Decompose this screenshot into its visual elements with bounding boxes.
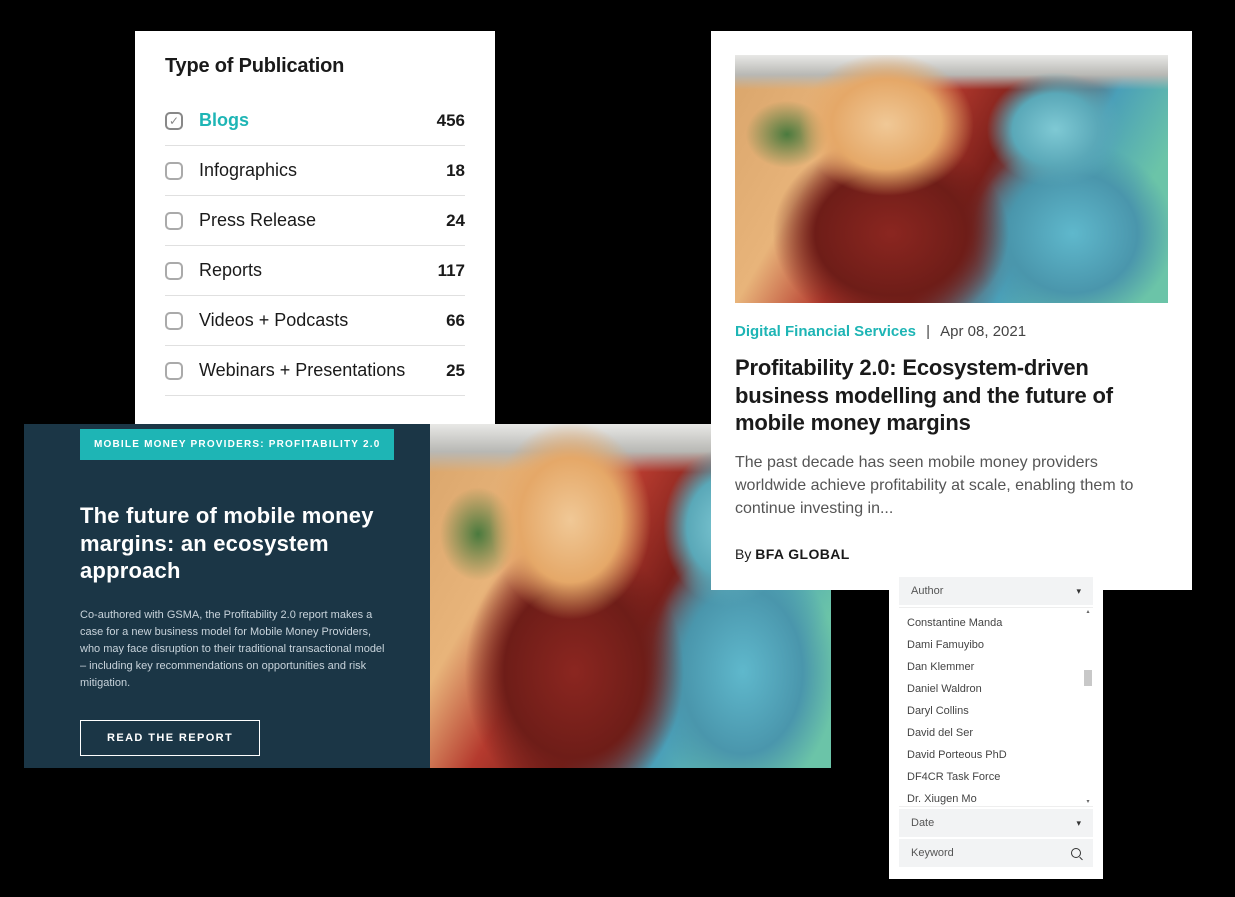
article-image (735, 55, 1168, 303)
filter-label: Videos + Podcasts (199, 310, 446, 331)
author-option[interactable]: Dan Klemmer (899, 656, 1093, 678)
filter-count: 66 (446, 311, 465, 331)
author-option[interactable]: Daryl Collins (899, 700, 1093, 722)
filter-row-blogs[interactable]: ✓ Blogs 456 (165, 96, 465, 146)
filter-widget: Author Constantine Manda Dami Famuyibo D… (889, 567, 1103, 879)
filter-count: 18 (446, 161, 465, 181)
author-option[interactable]: David del Ser (899, 722, 1093, 744)
checkbox-checked-icon[interactable]: ✓ (165, 112, 183, 130)
hero-description: Co-authored with GSMA, the Profitability… (80, 607, 390, 692)
author-option[interactable]: David Porteous PhD (899, 744, 1093, 766)
article-author: By BFA GLOBAL (735, 546, 1168, 562)
filter-row-reports[interactable]: Reports 117 (165, 246, 465, 296)
scroll-up-icon[interactable]: ▴ (1084, 608, 1092, 616)
article-date: Apr 08, 2021 (940, 323, 1026, 340)
hero-block: MOBILE MONEY PROVIDERS: PROFITABILITY 2.… (24, 424, 831, 768)
author-option[interactable]: Dr. Xiugen Mo (899, 788, 1093, 807)
publication-type-filter: Type of Publication ✓ Blogs 456 Infograp… (135, 31, 495, 430)
keyword-input[interactable]: Keyword (899, 839, 1093, 867)
author-dropdown[interactable]: Author (899, 577, 1093, 605)
hero-title: The future of mobile money margins: an e… (80, 502, 390, 585)
article-excerpt: The past decade has seen mobile money pr… (735, 451, 1168, 521)
checkbox-icon[interactable] (165, 212, 183, 230)
author-option[interactable]: Dami Famuyibo (899, 634, 1093, 656)
filter-title: Type of Publication (165, 55, 465, 78)
filter-row-infographics[interactable]: Infographics 18 (165, 146, 465, 196)
read-report-button[interactable]: READ THE REPORT (80, 720, 260, 756)
filter-count: 117 (438, 261, 465, 281)
checkbox-icon[interactable] (165, 162, 183, 180)
scrollbar[interactable]: ▴ ▾ (1084, 608, 1092, 806)
checkbox-icon[interactable] (165, 362, 183, 380)
filter-label: Webinars + Presentations (199, 360, 446, 381)
filter-label: Reports (199, 260, 438, 281)
hero-text-panel: MOBILE MONEY PROVIDERS: PROFITABILITY 2.… (24, 424, 430, 768)
hero-badge: MOBILE MONEY PROVIDERS: PROFITABILITY 2.… (80, 429, 394, 460)
filter-label: Press Release (199, 210, 446, 231)
filter-label: Blogs (199, 110, 437, 131)
article-title[interactable]: Profitability 2.0: Ecosystem-driven busi… (735, 354, 1168, 437)
author-list[interactable]: Constantine Manda Dami Famuyibo Dan Klem… (899, 607, 1093, 807)
article-card[interactable]: Digital Financial Services | Apr 08, 202… (711, 31, 1192, 590)
filter-count: 25 (446, 361, 465, 381)
scroll-down-icon[interactable]: ▾ (1084, 798, 1092, 806)
filter-row-press-release[interactable]: Press Release 24 (165, 196, 465, 246)
filter-row-videos-podcasts[interactable]: Videos + Podcasts 66 (165, 296, 465, 346)
checkbox-icon[interactable] (165, 312, 183, 330)
date-dropdown[interactable]: Date (899, 809, 1093, 837)
filter-label: Infographics (199, 160, 446, 181)
scrollbar-thumb[interactable] (1084, 670, 1092, 686)
search-icon[interactable] (1071, 848, 1081, 858)
author-option[interactable]: DF4CR Task Force (899, 766, 1093, 788)
filter-count: 24 (446, 211, 465, 231)
author-option[interactable]: Daniel Waldron (899, 678, 1093, 700)
meta-separator: | (926, 323, 930, 340)
author-option[interactable]: Constantine Manda (899, 612, 1093, 634)
article-category[interactable]: Digital Financial Services (735, 323, 916, 340)
article-meta: Digital Financial Services | Apr 08, 202… (735, 323, 1168, 340)
filter-count: 456 (437, 111, 465, 131)
checkbox-icon[interactable] (165, 262, 183, 280)
filter-row-webinars-presentations[interactable]: Webinars + Presentations 25 (165, 346, 465, 396)
